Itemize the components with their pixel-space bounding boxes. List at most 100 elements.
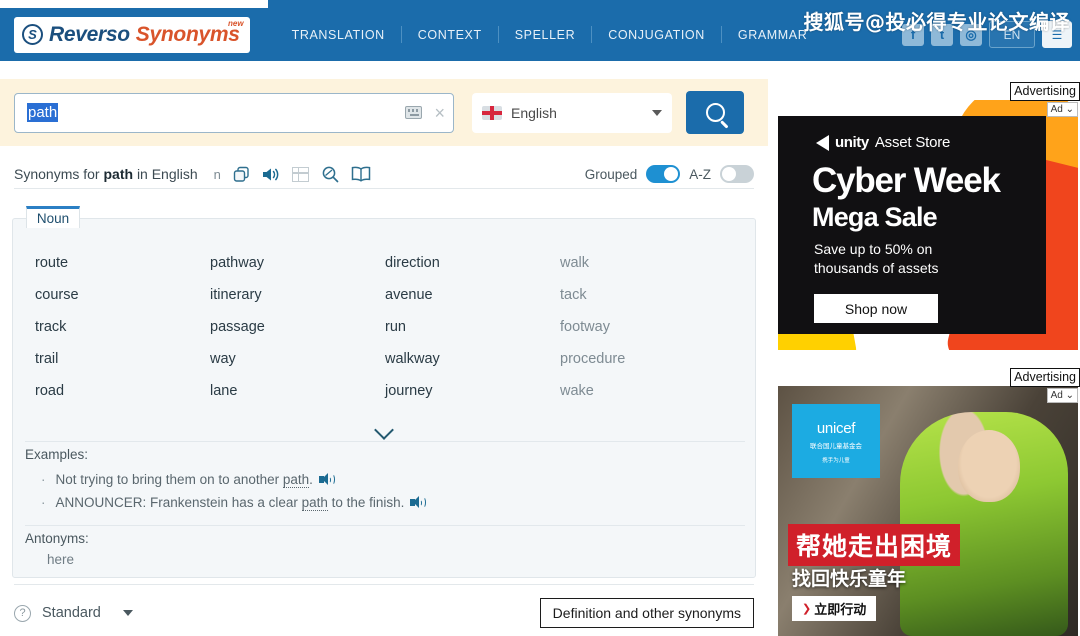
dictionary-book-icon[interactable] (351, 166, 371, 182)
example-keyword[interactable]: path (282, 472, 310, 488)
grouped-label: Grouped (584, 166, 638, 182)
ad-photo-face (958, 430, 1020, 502)
chevron-down-icon (652, 109, 662, 116)
synonym-item[interactable]: way (210, 343, 385, 375)
synonym-column-1: route course track trail road (35, 247, 210, 407)
ad-badge[interactable]: Ad ⌄ (1046, 102, 1078, 117)
synonym-item[interactable]: lane (210, 375, 385, 407)
footer-divider (14, 584, 754, 585)
unity-logo: unity Asset Store (816, 134, 950, 151)
header-top-gap (0, 0, 268, 8)
speaker-icon[interactable] (410, 496, 427, 509)
synonym-item[interactable]: pathway (210, 247, 385, 279)
title-query-word: path (103, 166, 134, 182)
example-post: to the finish. (327, 495, 405, 510)
unity-cube-icon (816, 134, 829, 151)
reverso-s-icon: S (22, 24, 43, 45)
ad-creative[interactable]: unicef 联合国儿童基金会 携手为儿童 帮她走出困境 找回快乐童年 ❯ 立即… (778, 386, 1078, 636)
title-suffix: in English (136, 166, 198, 182)
example-post: . (309, 472, 313, 487)
example-keyword[interactable]: path (301, 495, 328, 511)
results-footer: ? Standard Definition and other synonyms (0, 590, 768, 636)
nav-item-conjugation[interactable]: CONJUGATION (592, 28, 721, 42)
pos-tab-noun[interactable]: Noun (26, 206, 80, 228)
expand-synonyms-button[interactable] (13, 420, 755, 440)
synonym-item[interactable]: direction (385, 247, 560, 279)
example-text: ANNOUNCER: Frankenstein has a clear path… (56, 491, 405, 514)
antonyms-divider (25, 525, 745, 526)
virtual-keyboard-icon[interactable] (405, 106, 423, 119)
unicef-wordmark: unicef (816, 420, 856, 437)
synonym-item[interactable]: walk (560, 247, 735, 279)
ad-column: Advertising Ad ⌄ unity Asset Store Cyber… (778, 0, 1080, 636)
synonym-item[interactable]: run (385, 311, 560, 343)
ad-label: Advertising (1010, 82, 1080, 101)
synonym-item[interactable]: avenue (385, 279, 560, 311)
ad-cta-button[interactable]: ❯ 立即行动 (792, 596, 877, 621)
search-button[interactable] (686, 91, 744, 134)
ad-cta-label: 立即行动 (814, 603, 867, 618)
synonym-item[interactable]: walkway (385, 343, 560, 375)
sort-toggles: Grouped A-Z (585, 165, 754, 183)
antonym-item[interactable]: here (47, 552, 89, 567)
language-label: English (511, 104, 557, 121)
ad-creative[interactable]: unity Asset Store Cyber Week Mega Sale S… (778, 100, 1078, 350)
example-item: · ANNOUNCER: Frankenstein has a clear pa… (41, 491, 743, 514)
bullet-icon: · (41, 495, 46, 510)
help-icon[interactable]: ? (14, 604, 31, 622)
az-label: A-Z (689, 166, 711, 182)
grouped-toggle[interactable] (646, 165, 681, 183)
example-pre: Not trying to bring them on to another (55, 472, 283, 487)
synonym-column-2: pathway itinerary passage way lane (210, 247, 385, 407)
title-prefix: Synonyms for (14, 166, 100, 182)
az-toggle[interactable] (720, 165, 754, 183)
search-icon (705, 103, 725, 122)
clear-icon[interactable]: × (434, 104, 445, 122)
speaker-icon[interactable] (262, 167, 280, 182)
synonym-item[interactable]: itinerary (210, 279, 385, 311)
uk-flag-icon (482, 105, 502, 120)
ad-headline-line2: Mega Sale (812, 202, 938, 232)
synonym-item[interactable]: footway (560, 311, 735, 343)
synonym-item[interactable]: course (35, 279, 210, 311)
brand-name-primary: unity (835, 134, 869, 151)
toolbar-divider (14, 188, 754, 189)
synonym-item[interactable]: route (35, 247, 210, 279)
synonym-item[interactable]: passage (210, 311, 385, 343)
synonym-item[interactable]: procedure (560, 343, 735, 375)
synonym-item[interactable]: road (35, 375, 210, 407)
ad-subtext-line1: Save up to 50% on (814, 241, 933, 257)
speaker-icon[interactable] (318, 473, 335, 486)
chevron-down-icon (374, 420, 394, 440)
chevron-right-icon: ❯ (802, 603, 812, 615)
brand-name-secondary: Asset Store (874, 134, 951, 151)
ad-cta-button[interactable]: Shop now (814, 294, 938, 323)
synonym-item[interactable]: track (35, 311, 210, 343)
reverso-logo[interactable]: S Reverso Synonyms new (14, 16, 250, 53)
table-icon[interactable] (291, 166, 309, 182)
ad-badge[interactable]: Ad ⌄ (1046, 388, 1078, 403)
antonyms-label: Antonyms: (25, 531, 89, 546)
unicef-logo: unicef 联合国儿童基金会 携手为儿童 (792, 404, 880, 478)
synonym-item[interactable]: tack (560, 279, 735, 311)
examples-section: Examples: · Not trying to bring them on … (25, 447, 743, 514)
logo-word-reverso: Reverso (49, 22, 130, 46)
mode-label: Standard (42, 605, 101, 621)
copy-icon[interactable] (233, 166, 250, 183)
nav-item-translation[interactable]: TRANSLATION (276, 28, 401, 42)
ad-label: Advertising (1010, 368, 1080, 387)
chevron-down-icon[interactable] (122, 610, 133, 616)
nav-item-speller[interactable]: SPELLER (499, 28, 591, 42)
definition-and-other-synonyms-button[interactable]: Definition and other synonyms (539, 598, 754, 628)
synonym-item[interactable]: wake (560, 375, 735, 407)
logo-new-badge: new (228, 18, 244, 28)
synonym-item[interactable]: trail (35, 343, 210, 375)
search-input[interactable]: path × (14, 92, 454, 133)
toolbar-icons: n (214, 165, 371, 183)
search-definition-icon[interactable] (321, 165, 339, 183)
language-selector[interactable]: English (472, 92, 672, 133)
results-toolbar: Synonyms for path in English n Grouped A… (0, 160, 768, 188)
nav-item-context[interactable]: CONTEXT (402, 28, 498, 42)
synonym-item[interactable]: journey (385, 375, 560, 407)
synonym-column-4: walk tack footway procedure wake (560, 247, 735, 407)
